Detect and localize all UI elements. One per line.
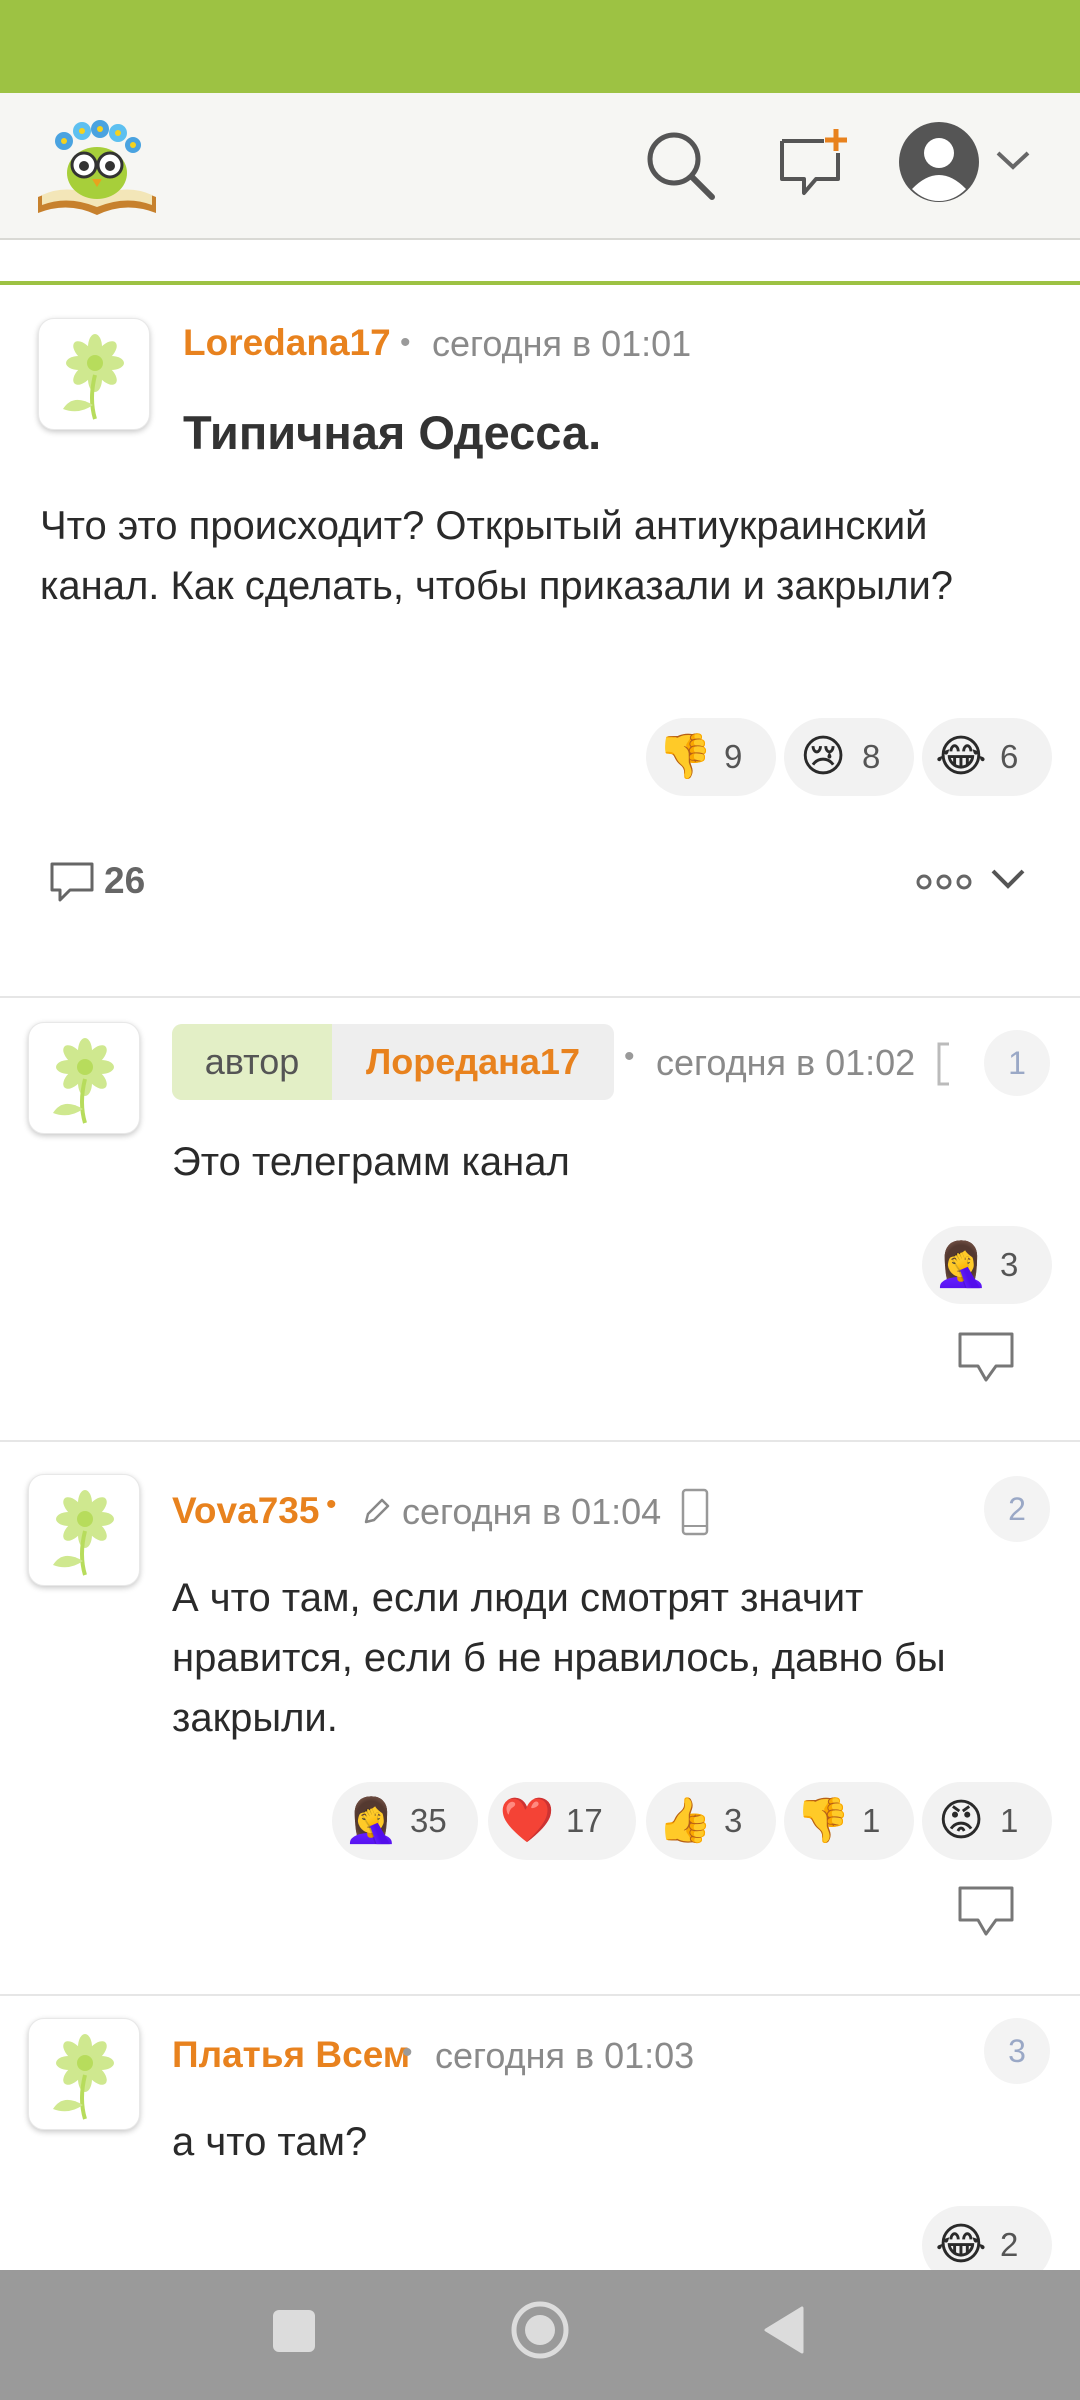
divider — [0, 1440, 1080, 1442]
comment-text: А что там, если люди смотрят значит нрав… — [172, 1576, 946, 1740]
comment-number[interactable]: 3 — [984, 2018, 1050, 2084]
new-post-icon[interactable] — [776, 127, 848, 199]
thumbs-up-icon: 👍 — [657, 1795, 713, 1846]
avatar[interactable] — [38, 318, 150, 430]
reaction-count: 6 — [1000, 738, 1019, 775]
comment-author: Лоредана17 — [366, 1041, 580, 1082]
header-accent-line — [0, 281, 1080, 285]
comments-icon[interactable] — [48, 860, 96, 904]
user-avatar-icon[interactable] — [898, 121, 980, 203]
owl-on-book-logo[interactable] — [34, 109, 160, 221]
reaction-count: 8 — [862, 738, 881, 775]
reaction-angry[interactable]: 😡 1 — [922, 1782, 1052, 1860]
post-title[interactable]: Типичная Одесса. — [183, 405, 601, 460]
comment-time: сегодня в 01:04 — [402, 1491, 662, 1532]
comment-author[interactable]: Платья Всем — [172, 2034, 410, 2076]
post-body: Что это происходит? Открытый антиукраинс… — [40, 504, 954, 608]
reaction-count: 3 — [724, 1802, 743, 1839]
app-header — [0, 93, 1080, 240]
heart-icon: ❤️ — [499, 1795, 555, 1846]
reaction-crying[interactable]: 😢 8 — [784, 718, 914, 796]
reaction-count: 3 — [1000, 1246, 1019, 1283]
comment-text: Это телеграмм канал — [172, 1140, 570, 1184]
comments-count[interactable]: 26 — [104, 860, 145, 902]
comment-text: а что там? — [172, 2120, 368, 2164]
angry-face-icon: 😡 — [938, 1795, 984, 1846]
recent-apps-icon[interactable] — [273, 2310, 315, 2352]
facepalm-icon: 🤦‍♀️ — [343, 1795, 399, 1846]
status-bar — [0, 0, 1080, 93]
crying-face-icon: 😢 — [800, 731, 846, 782]
reaction-thumbs-down[interactable]: 👎 9 — [646, 718, 776, 796]
reaction-count: 35 — [410, 1802, 447, 1839]
reaction-tears-of-joy[interactable]: 😂 6 — [922, 718, 1052, 796]
post-time: сегодня в 01:01 — [432, 323, 692, 364]
back-icon[interactable] — [762, 2304, 806, 2356]
avatar[interactable] — [28, 1474, 140, 1586]
comment-time: сегодня в 01:02 — [656, 1042, 916, 1083]
reaction-count: 2 — [1000, 2226, 1019, 2263]
online-dot: • — [326, 1488, 337, 1521]
reaction-count: 17 — [566, 1802, 603, 1839]
reply-icon[interactable] — [956, 1330, 1016, 1386]
system-nav-bar — [0, 2270, 1080, 2400]
edit-pencil-icon — [362, 1496, 392, 1526]
home-icon[interactable] — [510, 2300, 570, 2360]
facepalm-icon: 🤦‍♀️ — [933, 1239, 989, 1290]
author-role-label: автор — [172, 1024, 332, 1100]
more-options-icon[interactable] — [916, 872, 972, 892]
reaction-facepalm[interactable]: 🤦‍♀️ 35 — [332, 1782, 478, 1860]
post-author[interactable]: Loredana17 — [183, 322, 391, 364]
comment-number[interactable]: 2 — [984, 1476, 1050, 1542]
reply-icon[interactable] — [956, 1884, 1016, 1940]
reaction-facepalm[interactable]: 🤦‍♀️ 3 — [922, 1226, 1052, 1304]
device-icon — [936, 1040, 950, 1088]
reaction-count: 1 — [862, 1802, 881, 1839]
thumbs-down-icon: 👎 — [795, 1795, 851, 1846]
divider — [0, 996, 1080, 998]
author-badge[interactable]: автор Лоредана17 — [172, 1024, 614, 1100]
phone-icon — [680, 1488, 710, 1536]
reaction-heart[interactable]: ❤️ 17 — [488, 1782, 636, 1860]
avatar[interactable] — [28, 1022, 140, 1134]
reaction-count: 1 — [1000, 1802, 1019, 1839]
comment-number[interactable]: 1 — [984, 1030, 1050, 1096]
separator-dot: • — [624, 1040, 635, 1073]
reaction-thumbs-up[interactable]: 👍 3 — [646, 1782, 776, 1860]
avatar[interactable] — [28, 2018, 140, 2130]
tears-of-joy-icon: 😂 — [935, 731, 987, 782]
divider — [0, 1994, 1080, 1996]
reaction-count: 9 — [724, 738, 743, 775]
thumbs-down-icon: 👎 — [657, 731, 713, 782]
search-icon[interactable] — [642, 127, 718, 203]
tears-of-joy-icon: 😂 — [935, 2219, 987, 2270]
chevron-down-icon[interactable] — [990, 864, 1026, 894]
comment-time: сегодня в 01:03 — [435, 2035, 695, 2076]
reaction-thumbs-down[interactable]: 👎 1 — [784, 1782, 914, 1860]
chevron-down-icon[interactable] — [994, 145, 1032, 175]
comment-author[interactable]: Vova735 — [172, 1490, 319, 1532]
separator-dot: • — [402, 2036, 413, 2069]
separator-dot: • — [400, 326, 411, 359]
